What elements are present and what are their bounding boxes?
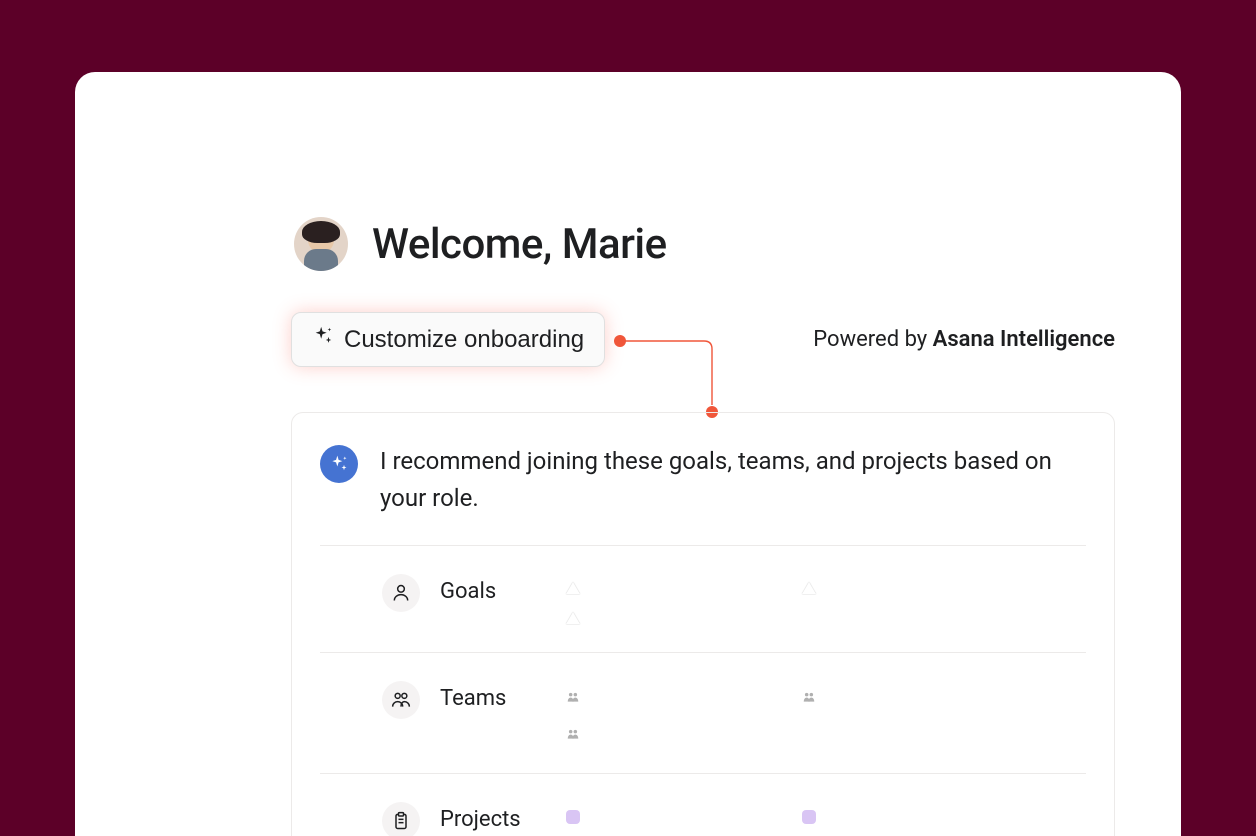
team-group-icon [566,727,580,741]
person-icon [382,574,420,612]
team-group-icon [566,690,580,704]
welcome-header: Welcome, Marie [294,217,667,271]
sparkle-icon [312,325,334,354]
projects-label: Projects [440,802,540,832]
team-item[interactable] [802,689,1032,708]
project-color-icon [566,810,580,824]
teams-label: Teams [440,681,540,711]
goals-label: Goals [440,574,540,604]
customize-button-label: Customize onboarding [344,326,584,354]
goal-triangle-icon [802,582,816,594]
avatar [294,217,348,271]
project-color-icon [802,810,816,824]
powered-prefix: Powered by [813,327,932,352]
goal-item[interactable] [566,612,796,624]
customize-onboarding-button[interactable]: Customize onboarding [291,312,605,367]
goal-triangle-icon [566,582,580,594]
goals-section: Goals [320,545,1086,652]
powered-by-text: Powered by Asana Intelligence [813,327,1115,352]
goal-item[interactable] [802,582,1032,594]
team-item[interactable] [566,726,796,745]
connector-line [612,331,722,423]
project-item[interactable] [566,810,796,824]
goal-item[interactable] [566,582,796,594]
project-item[interactable] [802,810,1032,824]
goal-triangle-icon [566,612,580,624]
team-group-icon [802,690,816,704]
goals-items [566,574,1032,624]
recommendation-panel: I recommend joining these goals, teams, … [291,412,1115,836]
teams-items [566,681,1032,745]
onboarding-card: Welcome, Marie Customize onboarding Powe… [75,72,1181,836]
people-icon [382,681,420,719]
ai-sparkle-icon [320,445,358,483]
clipboard-icon [382,802,420,836]
projects-items [566,802,1032,836]
recommendation-text: I recommend joining these goals, teams, … [380,443,1086,517]
powered-brand: Asana Intelligence [933,327,1115,352]
projects-section: Projects [320,773,1086,836]
recommendation-row: I recommend joining these goals, teams, … [320,443,1086,517]
team-item[interactable] [566,689,796,708]
teams-section: Teams [320,652,1086,773]
welcome-text: Welcome, Marie [372,220,667,269]
